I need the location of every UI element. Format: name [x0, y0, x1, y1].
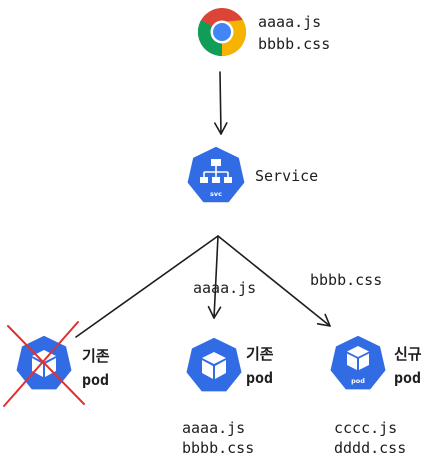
pod-badge: pod [351, 377, 365, 385]
pod-2-file-css: bbbb.css [182, 439, 255, 457]
browser-file-js: aaaa.js [258, 13, 322, 31]
edge-label-css: bbbb.css [310, 271, 383, 289]
service-badge: svc [210, 190, 222, 198]
service-label: Service [255, 167, 319, 185]
pod-label-old-2-status: 기존 [246, 345, 274, 363]
chrome-icon [197, 8, 247, 57]
edge-service-to-old-pod-2 [207, 235, 222, 319]
pod-label-new-type: pod [394, 369, 422, 387]
edge-label-js: aaaa.js [193, 279, 257, 297]
pod-label-new-status: 신규 [394, 345, 422, 363]
pod-label-old-2-type: pod [246, 369, 274, 387]
service-icon: svc [185, 145, 247, 204]
browser-file-css: bbbb.css [258, 35, 331, 53]
edge-browser-to-service [214, 71, 228, 135]
pod-icon-old-2 [184, 336, 244, 393]
pod-3-file-css: dddd.css [334, 439, 407, 457]
pod-3-file-js: cccc.js [334, 419, 398, 437]
pod-icon-new: pod [328, 334, 388, 391]
pod-2-file-js: aaaa.js [182, 419, 246, 437]
pod-label-old-1-status: 기존 [82, 347, 110, 365]
pod-label-old-1-type: pod [82, 371, 110, 389]
architecture-diagram: svc pod [3, 8, 388, 407]
